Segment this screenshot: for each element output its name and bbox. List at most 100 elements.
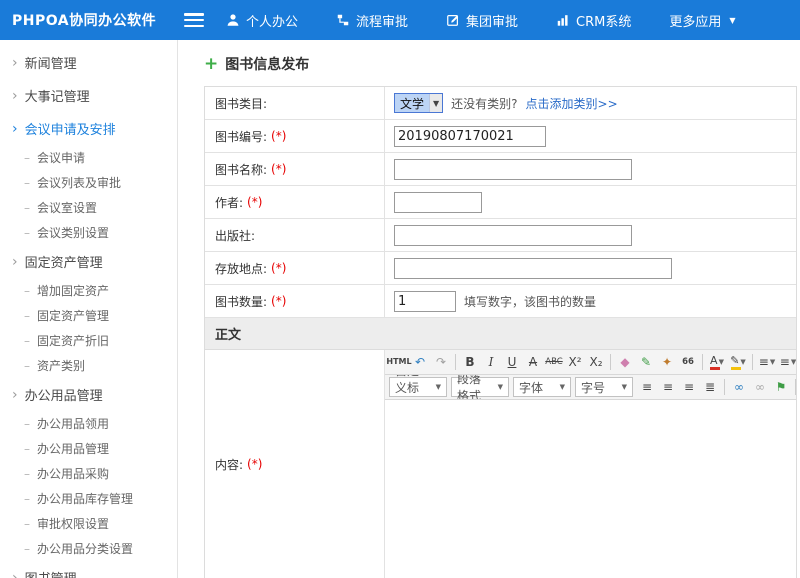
caret-down-icon: ▼ xyxy=(436,383,441,391)
form-row-publisher: 出版社: xyxy=(205,219,796,252)
sidebar-item[interactable]: –增加固定资产 xyxy=(0,278,177,303)
sidebar-section-fixed-assets[interactable]: › 固定资产管理 xyxy=(0,245,177,278)
sidebar-section-events[interactable]: ›大事记管理 xyxy=(0,79,177,112)
sidebar-item[interactable]: –会议室设置 xyxy=(0,195,177,220)
ordered-list-button[interactable]: ≡▼ xyxy=(757,352,777,372)
nav-more-apps[interactable]: 更多应用▼ xyxy=(669,11,735,30)
strikethrough-button[interactable]: A xyxy=(523,352,543,372)
paragraph-format-select[interactable]: 段落格式▼ xyxy=(451,377,509,397)
category-select[interactable]: 文学▼ xyxy=(394,93,443,113)
blockquote-button[interactable]: 66 xyxy=(678,352,698,372)
sidebar-item[interactable]: –固定资产折旧 xyxy=(0,328,177,353)
publisher-input[interactable] xyxy=(394,225,632,246)
sidebar-section-news[interactable]: ›新闻管理 xyxy=(0,46,177,79)
bold-button[interactable]: B xyxy=(460,352,480,372)
editor-content[interactable] xyxy=(385,400,796,578)
sidebar-item[interactable]: –办公用品管理 xyxy=(0,436,177,461)
html-source-button[interactable]: HTML xyxy=(389,352,409,372)
font-size-select[interactable]: 字号▼ xyxy=(575,377,633,397)
background-color-button[interactable]: ✎▼ xyxy=(728,352,748,372)
rich-text-editor: HTML↶↷BIUAABCX²X₂◆✎✦66A▼✎▼≡▼≡▼⇤⇥ 自定义标题▼段… xyxy=(385,350,796,578)
unordered-list-button[interactable]: ≡▼ xyxy=(778,352,796,372)
align-justify-button[interactable]: ≣ xyxy=(700,377,720,397)
field-hint: 还没有类别? xyxy=(451,95,517,112)
main-content: + 图书信息发布 图书类目:文学▼还没有类别?点击添加类别>>图书编号:(*)图… xyxy=(178,40,800,578)
person-icon xyxy=(226,13,240,27)
required-mark: (*) xyxy=(247,457,262,471)
custom-title-select[interactable]: 自定义标题▼ xyxy=(389,377,447,397)
author-input[interactable] xyxy=(394,192,482,213)
form-row-quantity: 图书数量:(*)填写数字，该图书的数量 xyxy=(205,285,796,318)
remove-format-button[interactable]: ABC xyxy=(544,352,564,372)
undo-button[interactable]: ↶ xyxy=(410,352,430,372)
format-painter-button[interactable]: ✎ xyxy=(636,352,656,372)
subscript-button[interactable]: X₂ xyxy=(586,352,606,372)
sidebar-item[interactable]: –办公用品库存管理 xyxy=(0,486,177,511)
location-input[interactable] xyxy=(394,258,672,279)
book-name-input[interactable] xyxy=(394,159,632,180)
eraser-button[interactable]: ◆ xyxy=(615,352,635,372)
sidebar-section-label: 新闻管理 xyxy=(25,53,77,72)
nav-crm-system[interactable]: CRM系统 xyxy=(556,11,631,30)
nav-label: CRM系统 xyxy=(576,11,631,30)
sidebar-item-label: 增加固定资产 xyxy=(37,282,109,299)
form-row-author: 作者:(*) xyxy=(205,186,796,219)
nav-label: 个人办公 xyxy=(246,11,298,30)
align-center-button[interactable]: ≡ xyxy=(658,377,678,397)
link-button[interactable]: ∞ xyxy=(729,377,749,397)
sidebar-item[interactable]: –会议类别设置 xyxy=(0,220,177,245)
sidebar-item[interactable]: –办公用品采购 xyxy=(0,461,177,486)
sidebar-item[interactable]: –资产类别 xyxy=(0,353,177,378)
sidebar-item-label: 会议列表及审批 xyxy=(37,174,121,191)
sidebar-section-meeting[interactable]: ›会议申请及安排 xyxy=(0,112,177,145)
nav-personal-office[interactable]: 个人办公 xyxy=(226,11,298,30)
book-number-input[interactable] xyxy=(394,126,546,147)
sidebar-item[interactable]: –办公用品领用 xyxy=(0,411,177,436)
sidebar-section-label: 图书管理 xyxy=(25,568,77,578)
underline-button[interactable]: U xyxy=(502,352,522,372)
align-right-button[interactable]: ≡ xyxy=(679,377,699,397)
field-value xyxy=(385,120,796,152)
font-family-select[interactable]: 字体▼ xyxy=(513,377,571,397)
add-category-link[interactable]: 点击添加类别>> xyxy=(526,95,618,112)
editor-toolbar-row2: 自定义标题▼段落格式▼字体▼字号▼≡≡≡≣∞∞⚑▣☺⊞— xyxy=(385,375,796,400)
anchor-button[interactable]: ⚑ xyxy=(771,377,791,397)
nav-process-approval[interactable]: 流程审批 xyxy=(336,11,408,30)
field-label: 存放地点:(*) xyxy=(205,252,385,284)
form-row-location: 存放地点:(*) xyxy=(205,252,796,285)
toolbar-separator xyxy=(610,354,611,370)
nav-label: 流程审批 xyxy=(356,11,408,30)
chevron-right-icon: › xyxy=(12,89,18,103)
page-layout: ›新闻管理›大事记管理›会议申请及安排–会议申请–会议列表及审批–会议室设置–会… xyxy=(0,40,800,578)
field-label: 图书编号:(*) xyxy=(205,120,385,152)
sidebar-item[interactable]: –会议列表及审批 xyxy=(0,170,177,195)
dash-icon: – xyxy=(24,442,30,456)
nav-group-approval[interactable]: 集团审批 xyxy=(446,11,518,30)
sidebar-item-label: 会议申请 xyxy=(37,149,85,166)
italic-button[interactable]: I xyxy=(481,352,501,372)
clean-button[interactable]: ✦ xyxy=(657,352,677,372)
sidebar-item-label: 资产类别 xyxy=(37,357,85,374)
sidebar-item[interactable]: –审批权限设置 xyxy=(0,511,177,536)
dash-icon: – xyxy=(24,226,30,240)
sidebar-item[interactable]: –固定资产管理 xyxy=(0,303,177,328)
sidebar-item[interactable]: –办公用品分类设置 xyxy=(0,536,177,561)
sidebar-item-label: 办公用品分类设置 xyxy=(37,540,133,557)
chevron-right-icon: › xyxy=(12,255,18,269)
color-swatch xyxy=(710,367,720,370)
chevron-right-icon: › xyxy=(12,388,18,402)
menu-toggle-icon[interactable] xyxy=(184,13,204,27)
font-color-button[interactable]: A▼ xyxy=(707,352,727,372)
sidebar-item-label: 办公用品库存管理 xyxy=(37,490,133,507)
unlink-button[interactable]: ∞ xyxy=(750,377,770,397)
sidebar-section-label: 固定资产管理 xyxy=(25,252,103,271)
sidebar-item[interactable]: –会议申请 xyxy=(0,145,177,170)
quantity-input[interactable] xyxy=(394,291,456,312)
redo-button[interactable]: ↷ xyxy=(431,352,451,372)
sidebar-section-books[interactable]: ›图书管理 xyxy=(0,561,177,578)
superscript-button[interactable]: X² xyxy=(565,352,585,372)
sidebar-section-office-supplies[interactable]: ›办公用品管理 xyxy=(0,378,177,411)
form-table: 图书类目:文学▼还没有类别?点击添加类别>>图书编号:(*)图书名称:(*)作者… xyxy=(205,87,796,318)
align-left-button[interactable]: ≡ xyxy=(637,377,657,397)
toolbar-separator xyxy=(795,379,796,395)
